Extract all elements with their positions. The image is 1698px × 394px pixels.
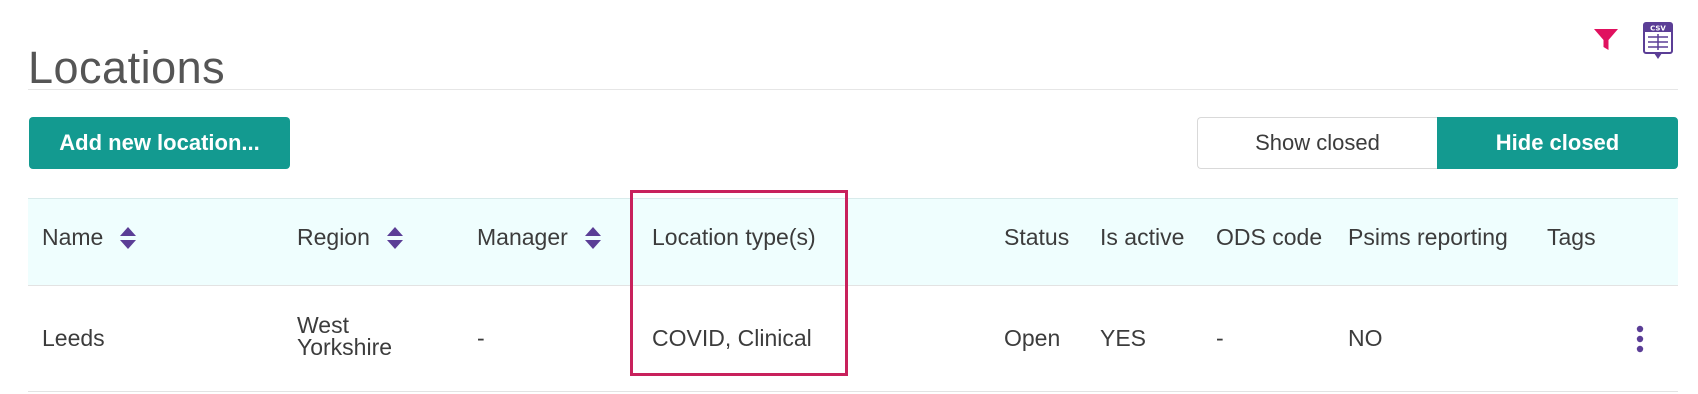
- csv-label: CSV: [1650, 25, 1666, 33]
- locations-page: Locations CSV Add new location... Show c…: [0, 0, 1698, 394]
- column-header-label: Name: [42, 224, 104, 250]
- filter-icon[interactable]: [1592, 26, 1620, 54]
- sort-icon[interactable]: [584, 225, 602, 251]
- column-header-label: Status: [1004, 224, 1070, 250]
- column-header-psims-reporting: Psims reporting: [1348, 224, 1508, 251]
- column-header-name[interactable]: Name: [42, 224, 137, 251]
- cell-ods-code: -: [1216, 325, 1224, 351]
- highlight-box: [630, 190, 848, 376]
- column-header-manager[interactable]: Manager: [477, 224, 602, 251]
- column-header-label: ODS code: [1216, 224, 1323, 250]
- column-header-label: Psims reporting: [1348, 224, 1508, 250]
- column-header-region[interactable]: Region: [297, 224, 404, 251]
- cell-status: Open: [1004, 325, 1061, 351]
- column-header-label: Tags: [1547, 224, 1596, 250]
- show-closed-button[interactable]: Show closed: [1197, 117, 1437, 169]
- column-header-label: Region: [297, 224, 370, 250]
- cell-is-active: YES: [1100, 325, 1147, 351]
- closed-toggle: Show closed Hide closed: [1197, 117, 1678, 169]
- column-header-label: Manager: [477, 224, 568, 250]
- cell-psims-reporting: NO: [1348, 325, 1383, 351]
- add-location-button[interactable]: Add new location...: [29, 117, 290, 169]
- row-divider: [28, 391, 1678, 392]
- cell-name: Leeds: [42, 325, 105, 351]
- header-divider: [28, 285, 1678, 286]
- sort-icon[interactable]: [386, 225, 404, 251]
- column-header-tags: Tags: [1547, 224, 1596, 251]
- sort-icon[interactable]: [119, 225, 137, 251]
- csv-export-icon[interactable]: CSV: [1643, 22, 1673, 60]
- page-title: Locations: [28, 42, 226, 94]
- column-header-ods-code: ODS code: [1216, 224, 1322, 251]
- title-divider: [28, 89, 1678, 90]
- hide-closed-button[interactable]: Hide closed: [1437, 117, 1678, 169]
- column-header-is-active: Is active: [1100, 224, 1184, 251]
- cell-region: West Yorkshire: [297, 312, 393, 360]
- cell-manager: -: [477, 325, 485, 351]
- row-actions-icon[interactable]: [1632, 324, 1648, 354]
- column-header-label: Is active: [1100, 224, 1185, 250]
- column-header-status: Status: [1004, 224, 1069, 251]
